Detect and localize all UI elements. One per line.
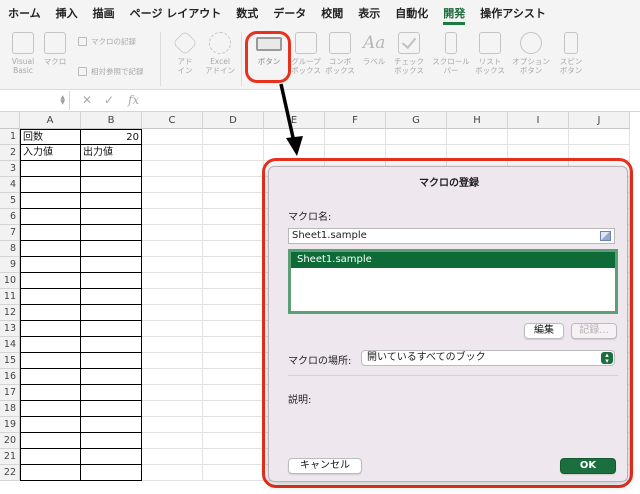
macro-name-label: マクロ名: — [288, 212, 332, 223]
location-label: マクロの場所: — [288, 356, 352, 367]
description-label: 説明: — [288, 395, 312, 406]
macro-list[interactable]: Sheet1.sample — [288, 249, 618, 314]
assign-macro-dialog: マクロの登録 マクロ名: Sheet1.sample Sheet1.sample… — [268, 166, 628, 482]
record-button[interactable]: 記録... — [571, 323, 617, 339]
list-item[interactable]: Sheet1.sample — [291, 252, 615, 268]
edit-button[interactable]: 編集 — [524, 323, 564, 339]
dialog-divider — [288, 375, 618, 376]
ok-button[interactable]: OK — [560, 458, 616, 474]
macro-name-input[interactable]: Sheet1.sample — [288, 228, 615, 244]
macro-location-select[interactable]: 開いているすべてのブック ▴ ▾ — [361, 350, 615, 366]
chevron-updown-icon: ▴ ▾ — [601, 352, 613, 365]
arrow-shaft — [279, 83, 296, 143]
collapse-dialog-icon[interactable] — [600, 231, 611, 241]
dialog-title: マクロの登録 — [419, 178, 479, 189]
macro-location-value: 開いているすべてのブック — [367, 352, 486, 363]
arrow-head — [286, 136, 303, 156]
cancel-button[interactable]: キャンセル — [288, 458, 362, 474]
macro-name-value: Sheet1.sample — [292, 230, 367, 241]
